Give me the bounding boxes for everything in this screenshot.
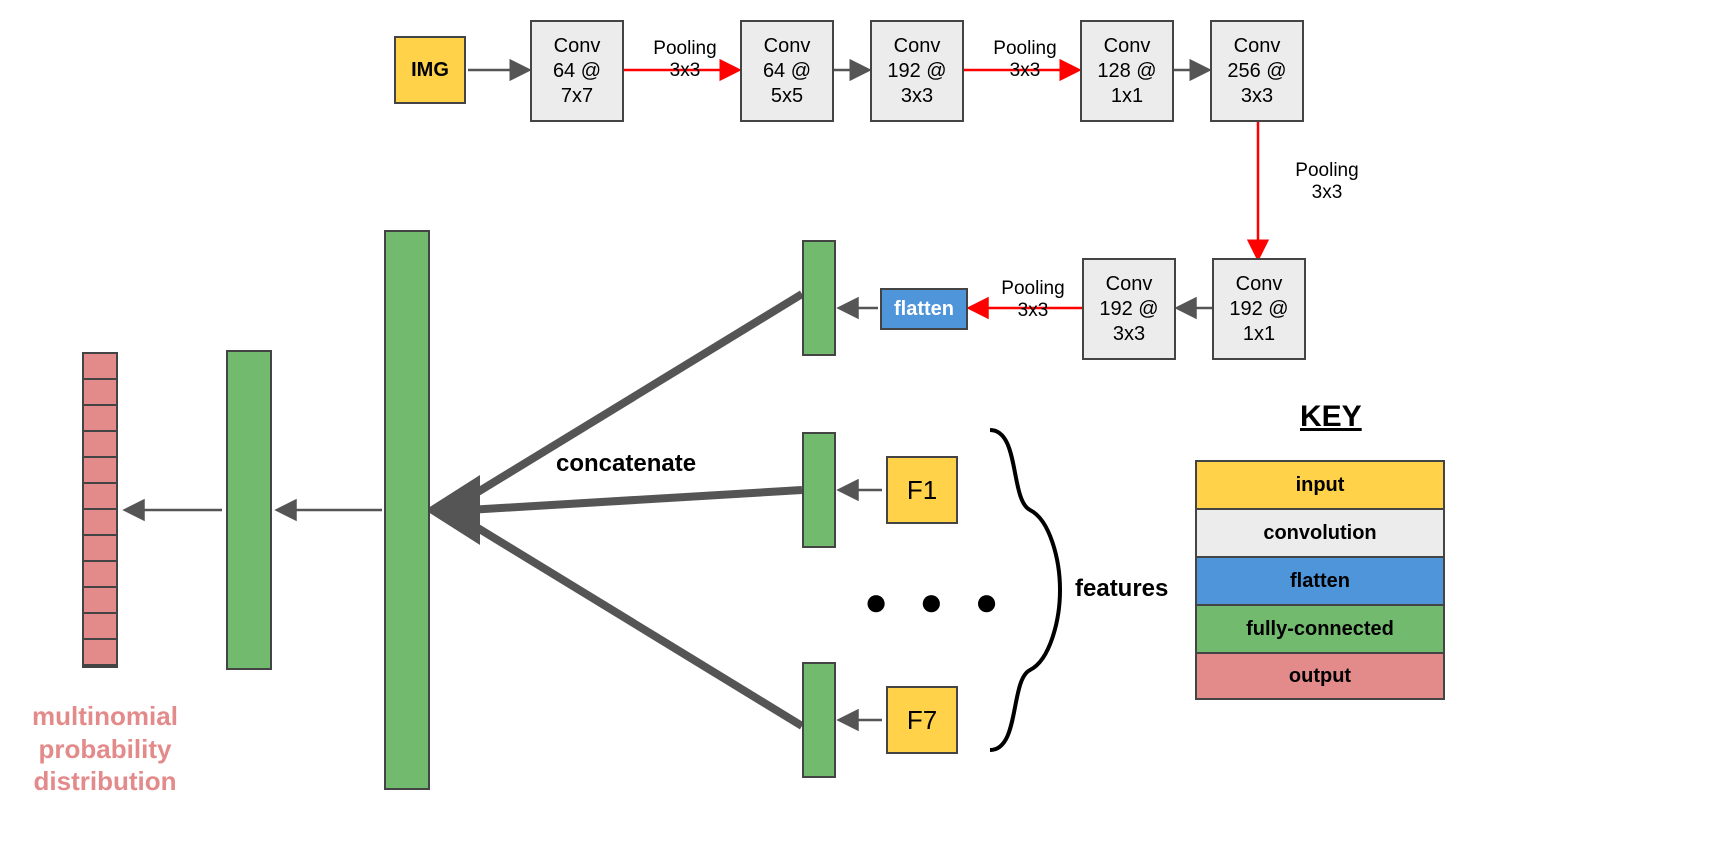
pool-2-label: Pooling 3x3 — [980, 38, 1070, 82]
fc-large — [384, 230, 430, 790]
fc-small-3 — [802, 662, 836, 778]
key-title: KEY — [1300, 400, 1362, 434]
pool-4-label: Pooling 3x3 — [988, 278, 1078, 322]
pool-1-label: Pooling 3x3 — [640, 38, 730, 82]
key-output: output — [1195, 652, 1445, 700]
key-fc: fully-connected — [1195, 604, 1445, 652]
key-flatten: flatten — [1195, 556, 1445, 604]
output-label: multinomial probability distribution — [20, 700, 190, 798]
flatten-box: flatten — [880, 288, 968, 330]
features-label: features — [1075, 575, 1168, 603]
fc-small-1 — [802, 240, 836, 356]
ellipsis: ● ● ● — [864, 580, 1009, 625]
conv-7: Conv 192 @ 3x3 — [1082, 258, 1176, 360]
conv-4: Conv 128 @ 1x1 — [1080, 20, 1174, 122]
diagram-canvas: IMG Conv 64 @ 7x7 Pooling 3x3 Conv 64 @ … — [0, 0, 1732, 852]
img-input: IMG — [394, 36, 466, 104]
conv-2: Conv 64 @ 5x5 — [740, 20, 834, 122]
concat-label: concatenate — [556, 450, 696, 478]
feature-f7: F7 — [886, 686, 958, 754]
feature-f1: F1 — [886, 456, 958, 524]
fc-small-2 — [802, 432, 836, 548]
key-conv: convolution — [1195, 508, 1445, 556]
conv-1: Conv 64 @ 7x7 — [530, 20, 624, 122]
conv-5: Conv 256 @ 3x3 — [1210, 20, 1304, 122]
conv-6: Conv 192 @ 1x1 — [1212, 258, 1306, 360]
conv-3: Conv 192 @ 3x3 — [870, 20, 964, 122]
key-input: input — [1195, 460, 1445, 508]
img-label: IMG — [411, 58, 449, 83]
fc-medium — [226, 350, 272, 670]
output-stack — [82, 352, 118, 668]
pool-3-label: Pooling 3x3 — [1282, 160, 1372, 204]
